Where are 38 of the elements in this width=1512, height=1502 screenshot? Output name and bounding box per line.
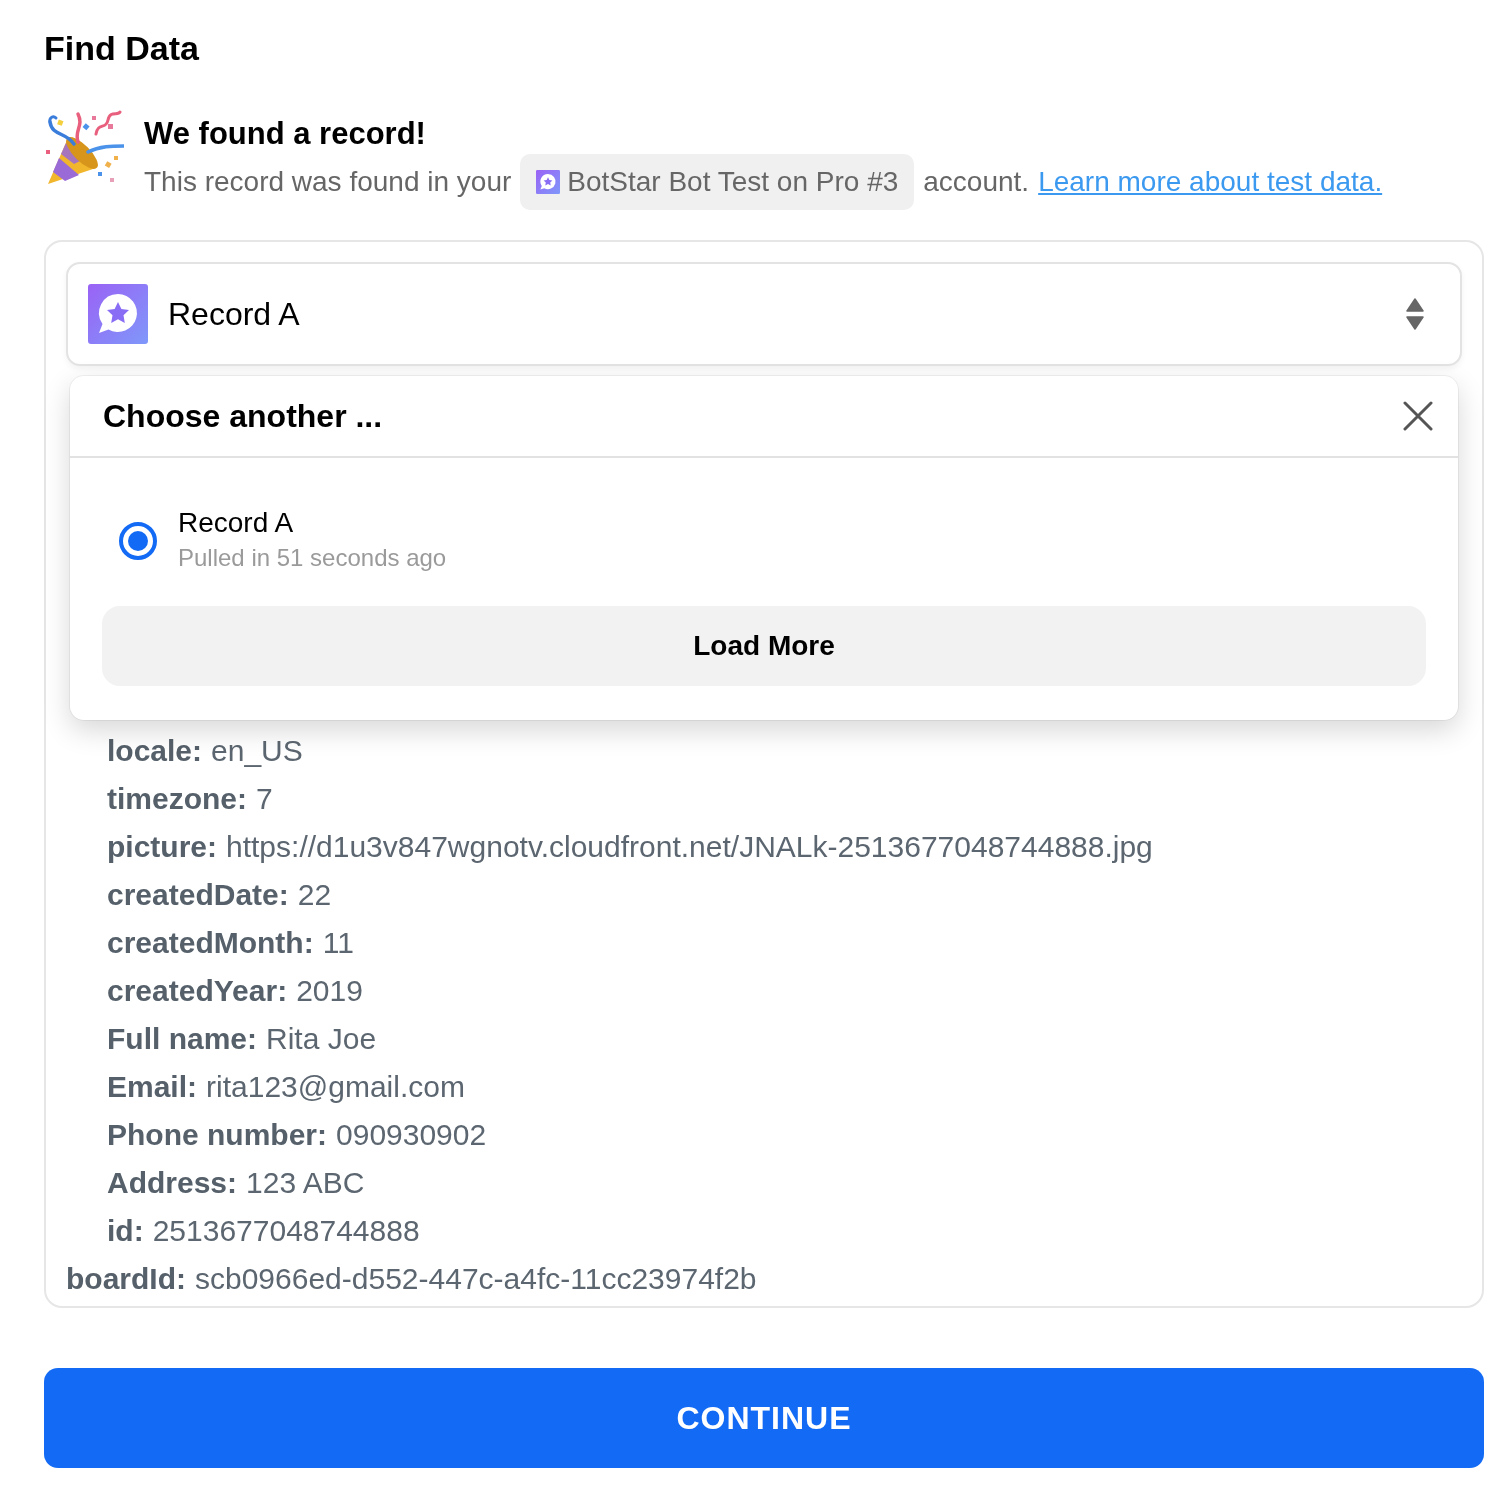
sort-arrows-icon <box>1406 298 1424 330</box>
close-icon <box>1403 401 1433 431</box>
notice-text: account. <box>923 165 1030 199</box>
field-label: locale: <box>107 734 203 767</box>
field-label: Phone number: <box>107 1118 327 1151</box>
field-label: Email: <box>107 1070 198 1103</box>
field-value: 2513677048744888 <box>152 1214 420 1247</box>
radio-button[interactable] <box>118 521 158 561</box>
option-detail: Pulled in 51 seconds ago <box>178 543 447 573</box>
field-value: scb0966ed-d552-447c-a4fc-11cc23974f2b <box>195 1262 757 1290</box>
field-label: createdYear: <box>107 974 288 1007</box>
field-label: createdMonth: <box>107 926 314 959</box>
field-value: rita123@gmail.com <box>206 1070 465 1103</box>
field-value: 123 ABC <box>246 1166 365 1199</box>
field-label: picture: <box>107 830 217 863</box>
field-label: timezone: <box>107 782 247 815</box>
field-value: 2019 <box>296 974 363 1007</box>
option-label: Record A <box>178 506 294 540</box>
field-value: 7 <box>256 782 273 815</box>
field-value: https://d1u3v847wgnotv.cloudfront.net/JNALk-2513677048744888.jpg <box>226 830 1153 863</box>
notice-text: This record was found in your <box>144 165 512 199</box>
field-value: 090930902 <box>336 1118 487 1151</box>
continue-button[interactable]: CONTINUE <box>44 1368 1484 1468</box>
field-label: createdDate: <box>107 878 289 911</box>
field-value: 22 <box>297 878 332 911</box>
load-more-button[interactable]: Load More <box>102 606 1426 686</box>
field-value: Rita Joe <box>266 1022 377 1055</box>
field-value: en_US <box>211 734 303 767</box>
dropdown-title: Choose another ... <box>103 397 383 436</box>
notice-heading: We found a record! <box>144 115 426 153</box>
field-label: Full name: <box>107 1022 257 1055</box>
field-label: id: <box>107 1214 144 1247</box>
field-label: boardId: <box>66 1262 186 1290</box>
account-name: BotStar Bot Test on Pro #3 <box>567 165 899 199</box>
page-title: Find Data <box>44 28 200 68</box>
record-select[interactable]: Record A <box>66 262 1462 366</box>
field-label: Address: <box>107 1166 238 1199</box>
field-value: 11 <box>322 926 354 959</box>
